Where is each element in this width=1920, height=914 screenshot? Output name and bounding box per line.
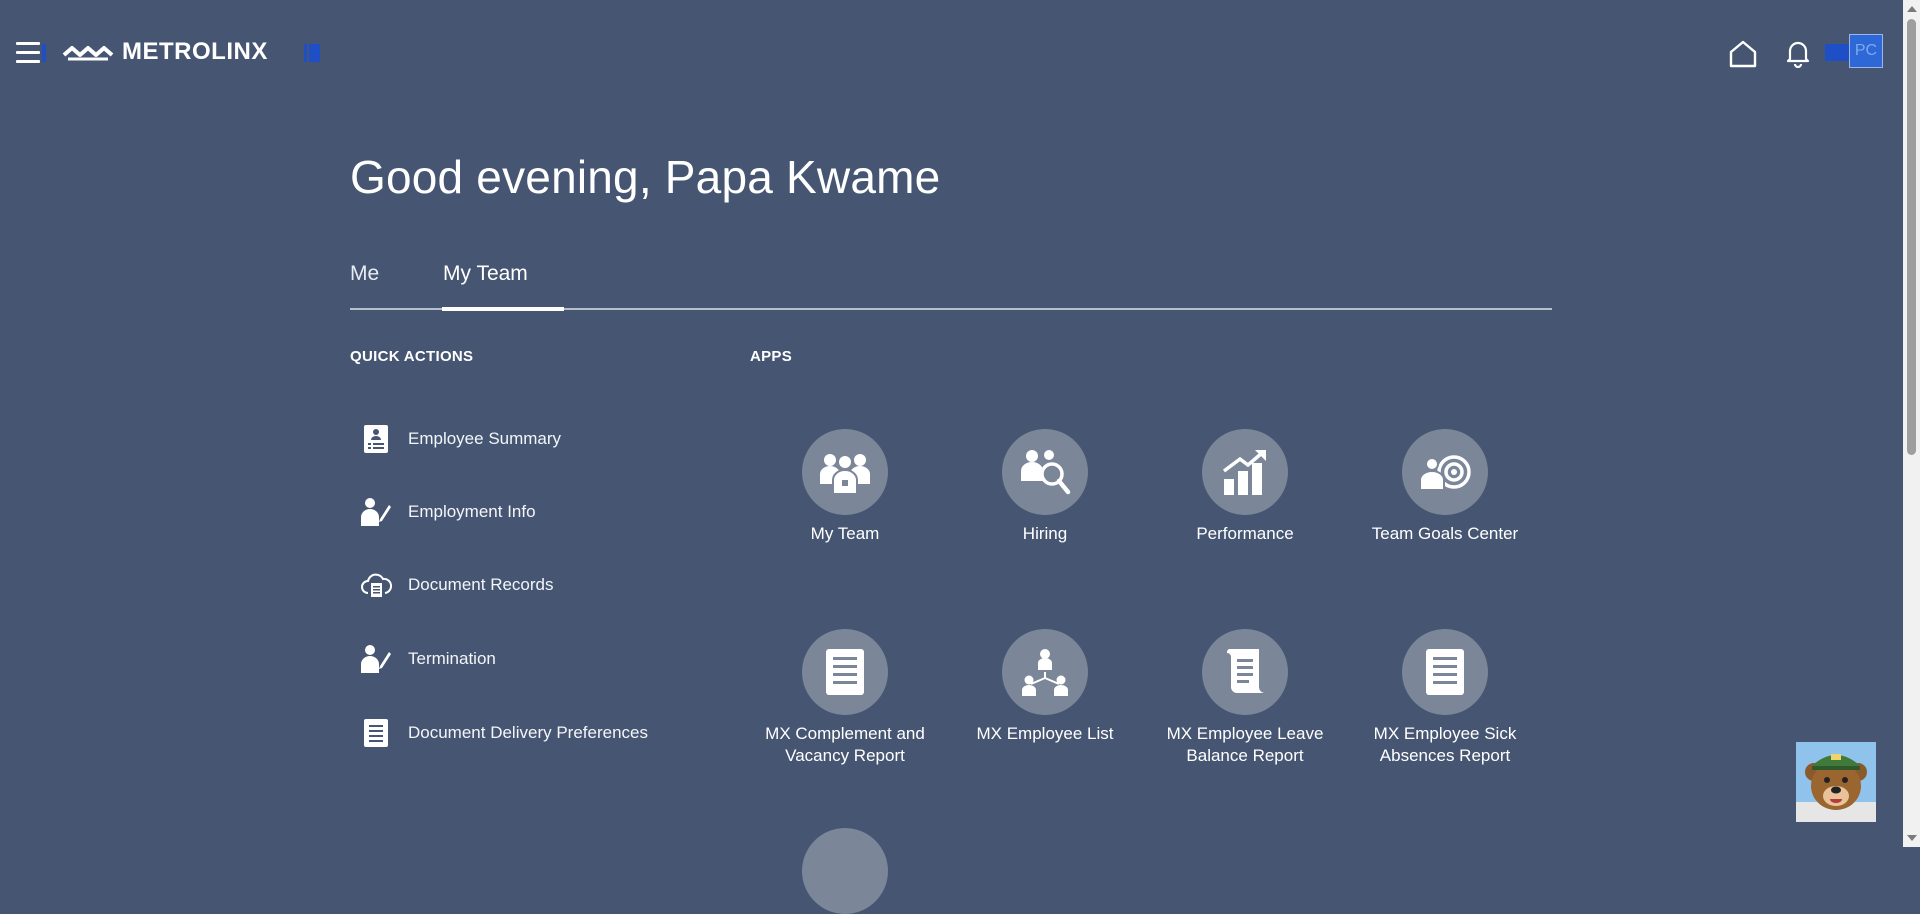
hamburger-menu-button[interactable] <box>16 42 46 64</box>
org-chart-icon <box>1002 629 1088 715</box>
team-icon <box>802 429 888 515</box>
app-label: Team Goals Center <box>1371 524 1519 543</box>
quick-action-employee-summary[interactable]: Employee Summary <box>360 423 561 455</box>
metrolinx-logo[interactable]: METROLINX <box>62 38 268 66</box>
hiring-search-icon <box>1002 429 1088 515</box>
bear-mascot-icon <box>1796 754 1876 822</box>
goals-target-icon <box>1402 429 1488 515</box>
tab-my-team[interactable]: My Team <box>443 262 528 286</box>
app-label: Hiring <box>1022 524 1068 543</box>
quick-action-document-delivery-preferences[interactable]: Document Delivery Preferences <box>360 717 648 749</box>
quick-action-label: Termination <box>408 649 496 668</box>
active-tab-indicator <box>442 307 564 311</box>
performance-chart-icon <box>1202 429 1288 515</box>
tab-me[interactable]: Me <box>350 262 379 286</box>
home-icon <box>1729 40 1757 68</box>
scroll-document-icon <box>1202 629 1288 715</box>
app-team-goals-center[interactable]: Team Goals Center <box>1360 429 1530 545</box>
apps-title: APPS <box>750 348 793 365</box>
document-icon <box>360 717 392 749</box>
app-my-team[interactable]: My Team <box>760 429 930 545</box>
cloud-document-icon <box>360 569 392 601</box>
app-mx-complement-and-vacancy-report[interactable]: MX Complement and Vacancy Report <box>760 629 930 767</box>
app-label: MX Employee List <box>976 724 1114 743</box>
report-icon <box>802 629 888 715</box>
quick-action-employment-info[interactable]: Employment Info <box>360 496 536 528</box>
quick-action-label: Document Delivery Preferences <box>408 723 648 742</box>
brand-accent-mark <box>42 44 46 62</box>
page-scrollbar[interactable] <box>1903 0 1920 847</box>
metrolinx-wave-icon <box>62 46 114 61</box>
avatar-accent-bar <box>1825 44 1849 61</box>
chat-assistant-bear-avatar[interactable] <box>1796 742 1876 822</box>
employee-badge-icon <box>360 423 392 455</box>
app-label: MX Employee Leave Balance Report <box>1166 724 1324 765</box>
app-mx-employee-sick-absences-report[interactable]: MX Employee Sick Absences Report <box>1360 629 1530 767</box>
app-label: My Team <box>810 524 880 543</box>
report-icon <box>1402 629 1488 715</box>
app-partially-visible[interactable] <box>802 828 888 914</box>
notifications-button[interactable] <box>1784 38 1812 68</box>
quick-action-termination[interactable]: Termination <box>360 643 496 675</box>
person-edit-icon <box>360 643 392 675</box>
quick-action-label: Document Records <box>408 575 554 594</box>
app-mx-employee-leave-balance-report[interactable]: MX Employee Leave Balance Report <box>1160 629 1330 767</box>
app-label: MX Employee Sick Absences Report <box>1373 724 1517 765</box>
user-avatar-button[interactable]: PC <box>1849 34 1883 68</box>
quick-action-document-records[interactable]: Document Records <box>360 569 554 601</box>
scroll-up-arrow-icon[interactable] <box>1907 6 1917 12</box>
quick-action-label: Employment Info <box>408 502 536 521</box>
greeting-heading: Good evening, Papa Kwame <box>350 151 941 203</box>
logo-text: METROLINX <box>122 38 268 65</box>
brand-square-icon <box>304 44 320 62</box>
app-hiring[interactable]: Hiring <box>960 429 1130 545</box>
app-label: Performance <box>1196 524 1294 543</box>
quick-action-label: Employee Summary <box>408 429 562 448</box>
person-edit-icon <box>360 496 392 528</box>
app-label: MX Complement and Vacancy Report <box>765 724 925 765</box>
bell-icon <box>1786 41 1810 68</box>
scroll-down-arrow-icon[interactable] <box>1907 835 1917 841</box>
app-performance[interactable]: Performance <box>1160 429 1330 545</box>
tab-bar: Me My Team <box>350 256 1552 311</box>
home-button[interactable] <box>1727 38 1759 70</box>
quick-actions-title: QUICK ACTIONS <box>350 348 474 365</box>
app-mx-employee-list[interactable]: MX Employee List <box>960 629 1130 745</box>
scrollbar-thumb[interactable] <box>1907 19 1916 455</box>
